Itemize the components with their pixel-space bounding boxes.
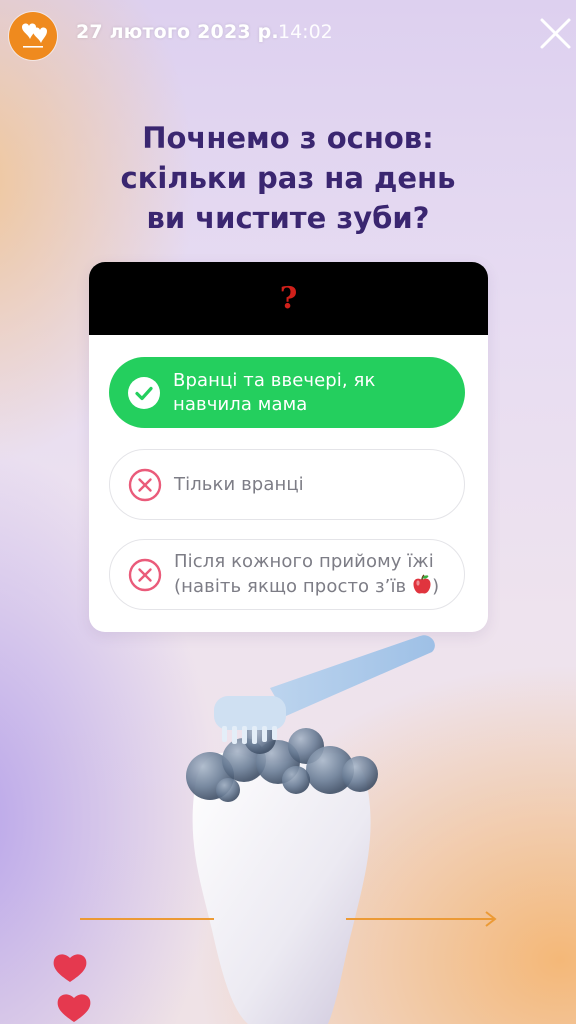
quiz-option-correct[interactable]: Вранці та ввечері, як навчила мама (109, 357, 465, 428)
option-label-text: (навіть якщо просто з’їв (174, 576, 407, 597)
question-line: Почнемо з основ: (142, 121, 434, 155)
question-line: скільки раз на день (120, 161, 456, 195)
question-mark: ? (279, 281, 298, 316)
option-label-line: Вранці та ввечері, як (173, 369, 376, 391)
question-line: ви чистите зуби? (146, 201, 430, 235)
option-label-line: Після кожного прийому їжі (174, 551, 434, 572)
cross-icon (128, 468, 162, 501)
option-label-text: ) (432, 576, 440, 597)
quiz-card-header: ? (89, 262, 488, 335)
option-label-line: (навіть якщо просто з’їв ) (174, 574, 439, 599)
toothbrush (214, 635, 435, 744)
option-label-line: Тільки вранці (174, 473, 304, 495)
clinic-logo-icon[interactable] (9, 12, 57, 60)
cross-icon (128, 558, 162, 591)
option-label: Тільки вранці (174, 473, 304, 497)
option-label: Вранці та ввечері, як навчила мама (173, 369, 375, 417)
story-date: 27 лютого 2023 р. (76, 21, 279, 43)
story-header: 27 лютого 2023 р. 14:02 (0, 0, 576, 68)
option-label-line: навчила мама (173, 393, 308, 415)
quiz-option-wrong[interactable]: Після кожного прийому їжі (навіть якщо п… (109, 539, 465, 610)
close-icon[interactable] (536, 14, 576, 54)
option-label: Після кожного прийому їжі (навіть якщо п… (174, 550, 439, 599)
quiz-card: ? Вранці та ввечері, як навчила мама Тіл… (89, 262, 488, 632)
check-icon (128, 376, 160, 409)
story-time: 14:02 (278, 21, 333, 43)
quiz-option-wrong[interactable]: Тільки вранці (109, 449, 465, 520)
hearts-icon (53, 954, 91, 1022)
apple-icon (413, 574, 431, 594)
quiz-question: Почнемо з основ: скільки раз на день ви … (60, 118, 516, 238)
